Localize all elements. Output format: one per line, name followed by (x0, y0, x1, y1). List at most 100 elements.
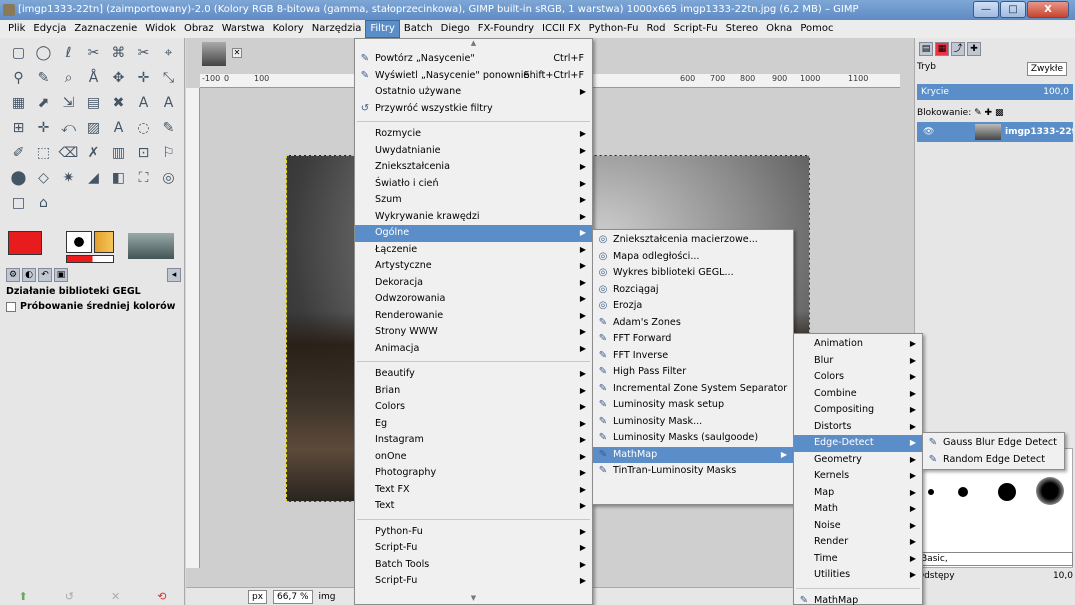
menu-plik[interactable]: Plik (4, 21, 29, 37)
paths-tab-icon[interactable]: ⤴ (951, 42, 965, 56)
brush-sample[interactable] (1036, 477, 1064, 505)
images-tab-icon[interactable]: ▣ (54, 268, 68, 282)
minimize-button[interactable]: — (973, 1, 999, 18)
filters-item-renderowanie[interactable]: Renderowanie ▶ (355, 308, 592, 325)
save-options-icon[interactable]: ⬆ (19, 590, 28, 603)
mathmap-item-kernels[interactable]: Kernels ▶ (794, 468, 922, 485)
undo-history-tab-icon[interactable]: ↶ (38, 268, 52, 282)
menu-kolory[interactable]: Kolory (269, 21, 308, 37)
flip-icon[interactable]: ✖ (106, 90, 131, 115)
brush-preview-icon[interactable]: ⛶ (131, 165, 156, 190)
mathmap-item-noise[interactable]: Noise ▶ (794, 518, 922, 535)
filters-item-artystyczne[interactable]: Artystyczne ▶ (355, 258, 592, 275)
mathmap-item-time[interactable]: Time ▶ (794, 551, 922, 568)
image-icon[interactable]: ⌂ (31, 190, 56, 215)
crop-icon[interactable]: ⤡ (156, 65, 181, 90)
filters-item-powtorz-nasycenie[interactable]: ✎ Powtórz „Nasycenie" Ctrl+F (355, 51, 592, 68)
filters-item-script-fu[interactable]: Script-Fu ▶ (355, 540, 592, 557)
general-item-incremental-zone-system-separator[interactable]: ✎ Incremental Zone System Separator (593, 381, 793, 398)
filters-item-text-fx[interactable]: Text FX ▶ (355, 482, 592, 499)
brush-preset-select[interactable]: Basic, (917, 552, 1073, 566)
menu-pomoc[interactable]: Pomoc (796, 21, 837, 37)
pencil-icon[interactable]: ◌ (131, 115, 156, 140)
image-tab-thumbnail[interactable] (202, 42, 226, 66)
layer-visibility-icon[interactable]: 👁 (923, 122, 934, 142)
fuzzy-select-icon[interactable]: ✂ (81, 40, 106, 65)
menu-batch[interactable]: Batch (400, 21, 437, 37)
color-picker-icon[interactable]: ✎ (31, 65, 56, 90)
filters-item-beautify[interactable]: Beautify ▶ (355, 366, 592, 383)
eraser-icon[interactable]: ✐ (6, 140, 31, 165)
layers-tab-icon[interactable]: ▤ (919, 42, 933, 56)
foreground-color-swatch[interactable] (8, 231, 42, 255)
filters-item-szum[interactable]: Szum ▶ (355, 192, 592, 209)
general-item-luminosity-masks-saulgoode[interactable]: ✎ Luminosity Masks (saulgoode) (593, 430, 793, 447)
menu-rod[interactable]: Rod (642, 21, 669, 37)
menu-stereo[interactable]: Stereo (722, 21, 763, 37)
edge-item-gauss-blur-edge-detect[interactable]: ✎ Gauss Blur Edge Detect (923, 435, 1064, 452)
filters-item-brian[interactable]: Brian ▶ (355, 383, 592, 400)
menu-fx-foundry[interactable]: FX-Foundry (474, 21, 538, 37)
menu-python-fu[interactable]: Python-Fu (585, 21, 643, 37)
bucket-fill-icon[interactable]: ▨ (81, 115, 106, 140)
filters-item-uwydatnianie[interactable]: Uwydatnianie ▶ (355, 143, 592, 160)
active-image-thumbnail[interactable] (128, 233, 174, 259)
vertical-ruler[interactable] (186, 88, 200, 568)
brush-sample[interactable] (958, 487, 968, 497)
pattern-icon[interactable]: ◎ (156, 165, 181, 190)
mathmap-item-compositing[interactable]: Compositing ▶ (794, 402, 922, 419)
filters-item-ogolne[interactable]: Ogólne ▶ (355, 225, 592, 242)
burn-icon[interactable]: ◢ (81, 165, 106, 190)
brush-preview-icon[interactable] (66, 231, 92, 253)
mathmap-item-map[interactable]: Map ▶ (794, 485, 922, 502)
foreground-select-icon[interactable]: ⌖ (156, 40, 181, 65)
sample-average-checkbox[interactable] (6, 301, 16, 312)
restore-options-icon[interactable]: ↺ (65, 590, 74, 603)
opacity-slider[interactable]: Krycie 100,0 (917, 84, 1073, 100)
filters-item-wykrywanie-krawedzi[interactable]: Wykrywanie krawędzi ▶ (355, 209, 592, 226)
channels-tab-icon[interactable]: ▦ (935, 42, 949, 56)
filters-item-animacja[interactable]: Animacja ▶ (355, 341, 592, 358)
menu-diego[interactable]: Diego (437, 21, 474, 37)
filters-item-rozmycie[interactable]: Rozmycie ▶ (355, 126, 592, 143)
filters-item-swiat-o-i-cien[interactable]: Światło i cień ▶ (355, 176, 592, 193)
menu-scroll-down-icon[interactable]: ▼ (355, 594, 592, 604)
general-item-high-pass-filter[interactable]: ✎ High Pass Filter (593, 364, 793, 381)
gradient-preview-icon[interactable] (66, 255, 114, 263)
mathmap-item-mathmap[interactable]: ✎ MathMap (794, 593, 922, 605)
text-icon[interactable]: A (156, 90, 181, 115)
general-item-tintran-luminosity-masks[interactable]: ✎ TinTran-Luminosity Masks (593, 463, 793, 480)
filters-item-ostatnio-uzywane[interactable]: Ostatnio używane ▶ (355, 84, 592, 101)
close-image-tab-icon[interactable]: ✕ (232, 48, 242, 58)
airbrush-icon[interactable]: ⬚ (31, 140, 56, 165)
maximize-button[interactable]: □ (1000, 1, 1026, 18)
paintbrush-icon[interactable]: ✎ (156, 115, 181, 140)
pattern-preview-icon[interactable] (94, 231, 114, 253)
general-item-luminosity-mask-setup[interactable]: ✎ Luminosity mask setup (593, 397, 793, 414)
tab-menu-icon[interactable]: ◂ (167, 268, 181, 282)
mathmap-item-render[interactable]: Render ▶ (794, 534, 922, 551)
brush-sample[interactable] (928, 489, 934, 495)
brush-sample[interactable] (998, 483, 1016, 501)
menu-scroll-up-icon[interactable]: ▲ (355, 39, 592, 51)
general-item-rozciagaj[interactable]: ◎ Rozciągaj (593, 282, 793, 299)
move-icon[interactable]: ✥ (106, 65, 131, 90)
mathmap-item-geometry[interactable]: Geometry ▶ (794, 452, 922, 469)
measure-icon[interactable]: Å (81, 65, 106, 90)
general-item-fft-inverse[interactable]: ✎ FFT Inverse (593, 348, 793, 365)
brush-spacing-row[interactable]: Odstępy 10,0 (917, 571, 1073, 581)
menu-zaznaczenie[interactable]: Zaznaczenie (70, 21, 141, 37)
mathmap-item-blur[interactable]: Blur ▶ (794, 353, 922, 370)
mathmap-item-distorts[interactable]: Distorts ▶ (794, 419, 922, 436)
filters-item-eg[interactable]: Eg ▶ (355, 416, 592, 433)
menu-edycja[interactable]: Edycja (29, 21, 70, 37)
mathmap-item-utilities[interactable]: Utilities ▶ (794, 567, 922, 584)
zoom-icon[interactable]: ⌕ (56, 65, 81, 90)
general-item-mapa-odleg-osci[interactable]: ◎ Mapa odległości... (593, 249, 793, 266)
filters-item-text[interactable]: Text ▶ (355, 498, 592, 515)
blur-icon[interactable]: ⬤ (6, 165, 31, 190)
filters-item-instagram[interactable]: Instagram ▶ (355, 432, 592, 449)
device-status-tab-icon[interactable]: ◐ (22, 268, 36, 282)
layer-mode-select[interactable]: Zwykłe (1026, 62, 1067, 76)
filters-item-dekoracja[interactable]: Dekoracja ▶ (355, 275, 592, 292)
